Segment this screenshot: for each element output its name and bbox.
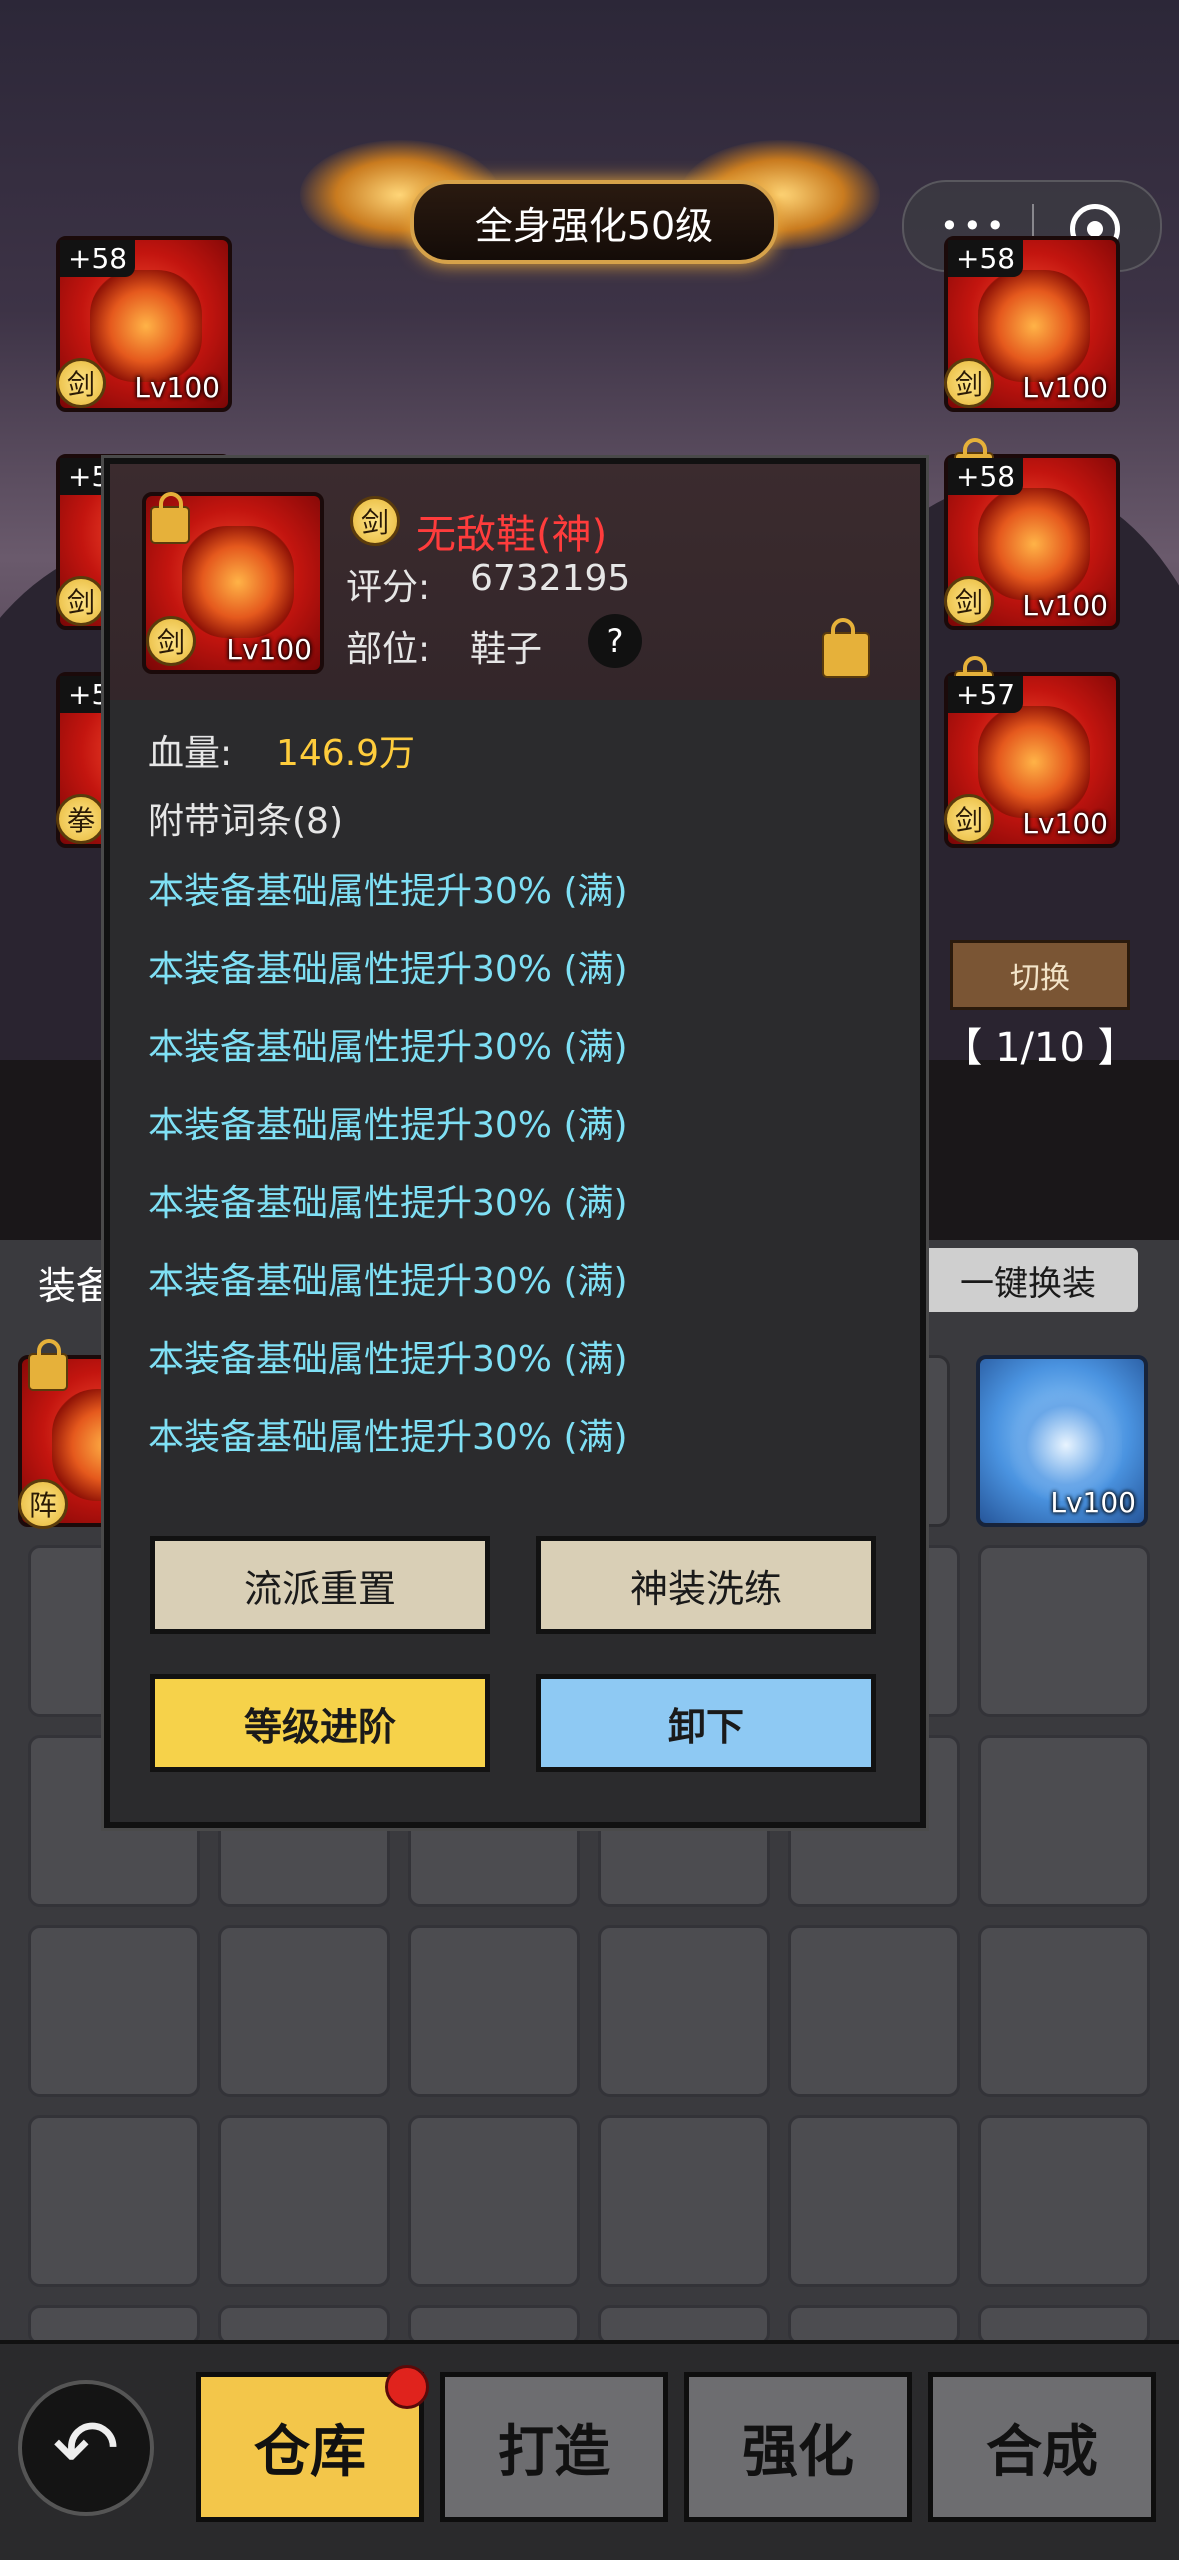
- enhance-level: +58: [948, 240, 1024, 277]
- one-key-equip-button[interactable]: 一键换装: [918, 1248, 1138, 1312]
- equip-section-label: 装备: [38, 1264, 115, 1308]
- slot-label: 部位:: [346, 629, 431, 670]
- class-badge: 剑: [350, 496, 400, 546]
- equip-slot-weapon[interactable]: +58 Lv100 剑: [56, 236, 232, 412]
- equipped-slot-ring[interactable]: Lv100: [976, 1355, 1148, 1527]
- class-badge: 剑: [56, 576, 106, 626]
- item-name: 无敌鞋(神): [416, 512, 608, 558]
- item-icon-tile: Lv100 剑: [142, 492, 324, 674]
- class-badge: 剑: [56, 358, 106, 408]
- item-level: Lv100: [1022, 589, 1108, 622]
- page-indicator: 【 1/10 】: [942, 1025, 1138, 1071]
- item-level: Lv100: [1022, 807, 1108, 840]
- affix-line: 本装备基础属性提升30% (满): [148, 871, 628, 912]
- lock-toggle-icon[interactable]: [822, 618, 870, 678]
- equip-slot-armor[interactable]: +58 Lv100 剑: [944, 236, 1120, 412]
- affix-line: 本装备基础属性提升30% (满): [148, 1339, 628, 1380]
- tab-synthesize[interactable]: 合成: [928, 2372, 1156, 2522]
- class-badge: 剑: [146, 616, 196, 666]
- sword-icon: [90, 270, 202, 382]
- class-badge: 阵: [18, 1479, 68, 1529]
- tab-enhance[interactable]: 强化: [684, 2372, 912, 2522]
- hp-label: 血量:: [148, 733, 233, 774]
- inventory-cell[interactable]: [598, 2115, 770, 2287]
- item-level: Lv100: [1050, 1486, 1136, 1519]
- tab-label: 强化: [742, 2418, 854, 2485]
- inventory-cell[interactable]: [218, 1925, 390, 2097]
- tab-label: 打造: [498, 2418, 610, 2485]
- inventory-cell[interactable]: [978, 2305, 1150, 2345]
- enhance-banner: 全身强化50级: [300, 120, 880, 290]
- affix-line: 本装备基础属性提升30% (满): [148, 1183, 628, 1224]
- score-label: 评分:: [346, 567, 431, 608]
- inventory-cell[interactable]: [788, 2305, 960, 2345]
- equip-slot-belt[interactable]: +57 Lv100 剑: [944, 656, 1120, 848]
- help-icon[interactable]: ?: [588, 614, 642, 668]
- affix-line: 本装备基础属性提升30% (满): [148, 1105, 628, 1146]
- enhance-level: +58: [60, 240, 136, 277]
- class-badge: 剑: [944, 358, 994, 408]
- belt-icon: [978, 706, 1090, 818]
- affix-line: 本装备基础属性提升30% (满): [148, 1417, 628, 1458]
- boots-icon: [978, 488, 1090, 600]
- score-value: 6732195: [470, 558, 631, 599]
- unequip-button[interactable]: 卸下: [536, 1674, 876, 1772]
- inventory-cell[interactable]: [978, 2115, 1150, 2287]
- enhance-level: +58: [948, 458, 1024, 495]
- back-arrow-icon[interactable]: ↶: [18, 2380, 154, 2516]
- level-advance-button[interactable]: 等级进阶: [150, 1674, 490, 1772]
- slot-value: 鞋子: [470, 629, 543, 670]
- tab-forge[interactable]: 打造: [440, 2372, 668, 2522]
- enhance-level: +57: [948, 676, 1024, 713]
- affix-title: 附带词条(8): [148, 801, 343, 842]
- banner-title: 全身强化50级: [410, 180, 778, 264]
- class-badge: 剑: [944, 794, 994, 844]
- lock-icon: [28, 1339, 68, 1391]
- inventory-cell[interactable]: [788, 1925, 960, 2097]
- inventory-cell[interactable]: [408, 2115, 580, 2287]
- boots-icon: [182, 526, 294, 638]
- affix-line: 本装备基础属性提升30% (满): [148, 1027, 628, 1068]
- inventory-cell[interactable]: [218, 2305, 390, 2345]
- item-level: Lv100: [134, 371, 220, 404]
- more-icon[interactable]: •••: [940, 210, 1009, 242]
- item-detail-popup: Lv100 剑 剑 无敌鞋(神) 评分: 6732195 部位: 鞋子 ? 血量…: [104, 458, 926, 1828]
- inventory-cell[interactable]: [28, 2305, 200, 2345]
- inventory-cell[interactable]: [978, 1925, 1150, 2097]
- affix-line: 本装备基础属性提升30% (满): [148, 1261, 628, 1302]
- inventory-cell[interactable]: [788, 2115, 960, 2287]
- inventory-cell[interactable]: [598, 1925, 770, 2097]
- item-level: Lv100: [1022, 371, 1108, 404]
- notification-dot: [385, 2365, 429, 2409]
- inventory-cell[interactable]: [978, 1735, 1150, 1907]
- divine-refine-button[interactable]: 神装洗练: [536, 1536, 876, 1634]
- equip-slot-boots[interactable]: +58 Lv100 剑: [944, 438, 1120, 630]
- tab-label: 合成: [986, 2418, 1098, 2485]
- armor-icon: [978, 270, 1090, 382]
- crown-icon: [1010, 1389, 1122, 1501]
- tab-label: 仓库: [254, 2418, 366, 2485]
- school-reset-button[interactable]: 流派重置: [150, 1536, 490, 1634]
- inventory-cell[interactable]: [408, 1925, 580, 2097]
- lock-icon: [150, 492, 190, 544]
- inventory-cell[interactable]: [598, 2305, 770, 2345]
- hp-value: 146.9万: [276, 733, 416, 774]
- item-level: Lv100: [226, 633, 312, 666]
- inventory-cell[interactable]: [28, 2115, 200, 2287]
- inventory-cell[interactable]: [978, 1545, 1150, 1717]
- inventory-cell[interactable]: [218, 2115, 390, 2287]
- inventory-cell[interactable]: [408, 2305, 580, 2345]
- class-badge: 剑: [944, 576, 994, 626]
- popup-header: Lv100 剑 剑 无敌鞋(神) 评分: 6732195 部位: 鞋子 ?: [110, 464, 920, 700]
- affix-line: 本装备基础属性提升30% (满): [148, 949, 628, 990]
- class-badge: 拳: [56, 794, 106, 844]
- inventory-cell[interactable]: [28, 1925, 200, 2097]
- switch-button[interactable]: 切换: [950, 940, 1130, 1010]
- tab-warehouse[interactable]: 仓库: [196, 2365, 429, 2522]
